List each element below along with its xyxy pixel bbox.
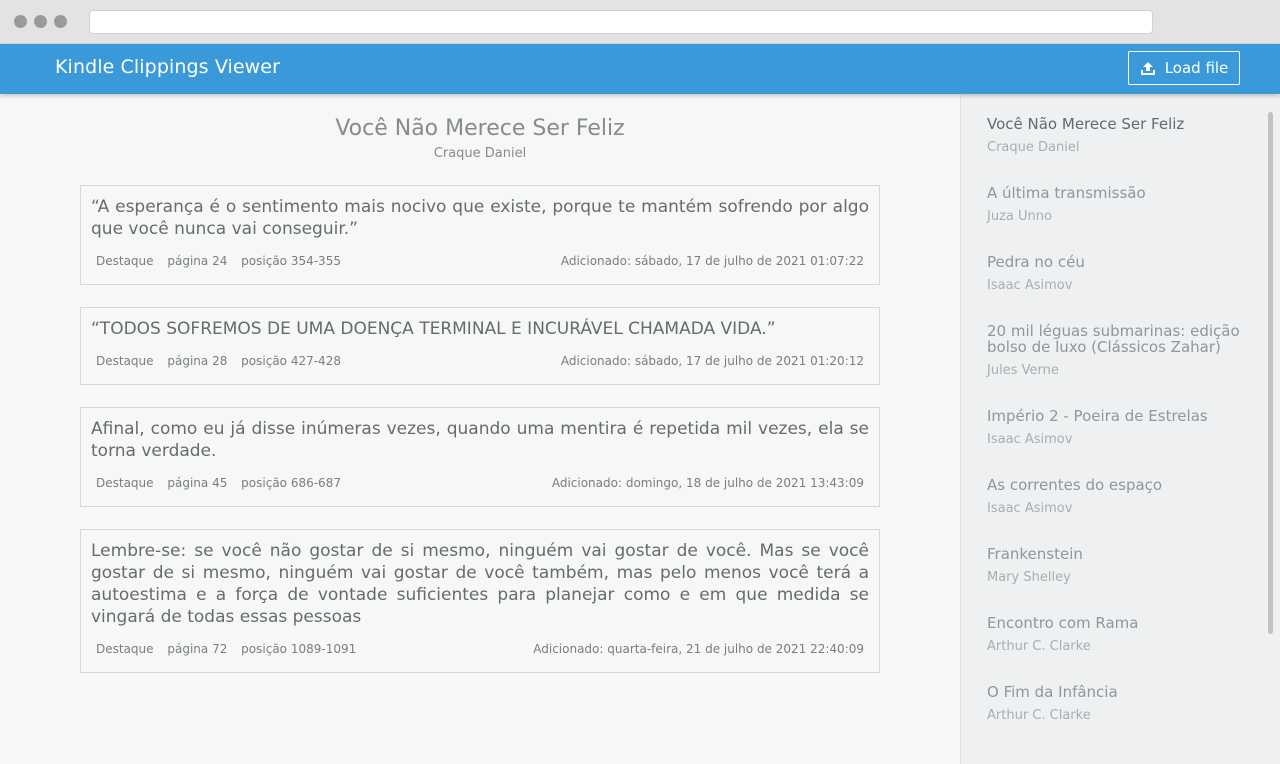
book-list-item[interactable]: Frankenstein Mary Shelley [987, 546, 1247, 585]
book-list-author: Juza Unno [987, 209, 1052, 224]
book-list-author: Mary Shelley [987, 570, 1071, 585]
clipping-added: Adicionado: sábado, 17 de julho de 2021 … [560, 354, 864, 368]
book-list-title: Frankenstein [987, 545, 1083, 563]
clipping-card: “TODOS SOFREMOS DE UMA DOENÇA TERMINAL E… [80, 307, 880, 385]
clipping-added: Adicionado: domingo, 18 de julho de 2021… [551, 476, 864, 490]
book-list-author: Isaac Asimov [987, 501, 1073, 516]
book-list-title: Império 2 - Poeira de Estrelas [987, 407, 1208, 425]
clipping-text: Lembre-se: se você não gostar de si mesm… [91, 541, 869, 627]
clipping-type: Destaque [96, 354, 154, 368]
clipping-page: página 28 [167, 354, 228, 368]
book-list-item[interactable]: As correntes do espaço Isaac Asimov [987, 477, 1247, 516]
address-bar[interactable] [89, 10, 1153, 34]
upload-icon [1140, 61, 1155, 75]
book-list-item[interactable]: A última transmissão Juza Unno [987, 185, 1247, 224]
clipping-meta: Destaque página 45 posição 686-687 Adici… [91, 462, 869, 506]
window-minimize-dot[interactable] [34, 15, 47, 28]
window-close-dot[interactable] [14, 15, 27, 28]
clipping-type: Destaque [96, 642, 154, 656]
book-list-item[interactable]: Império 2 - Poeira de Estrelas Isaac Asi… [987, 408, 1247, 447]
clipping-text: “TODOS SOFREMOS DE UMA DOENÇA TERMINAL E… [91, 319, 776, 339]
clippings-panel: Você Não Merece Ser Feliz Craque Daniel … [0, 94, 960, 764]
book-author: Craque Daniel [433, 146, 527, 161]
clipping-page: página 24 [167, 254, 228, 268]
book-list-item[interactable]: Pedra no céu Isaac Asimov [987, 254, 1247, 293]
clipping-type: Destaque [96, 254, 154, 268]
book-list-title: Encontro com Rama [987, 614, 1139, 632]
clipping-text: Afinal, como eu já disse inúmeras vezes,… [91, 419, 869, 461]
book-list-item[interactable]: Você Não Merece Ser Feliz Craque Daniel [987, 116, 1247, 155]
app-header: Kindle Clippings Viewer Load file [0, 44, 1280, 94]
book-title: Você Não Merece Ser Feliz [335, 116, 625, 141]
clipping-added: Adicionado: quarta-feira, 21 de julho de… [533, 642, 864, 656]
clipping-type: Destaque [96, 476, 154, 490]
book-list-author: Jules Verne [987, 363, 1059, 378]
clipping-position: posição 686-687 [241, 476, 341, 490]
book-list-author: Arthur C. Clarke [987, 708, 1091, 723]
load-file-label: Load file [1164, 59, 1229, 77]
book-list-author: Isaac Asimov [987, 278, 1073, 293]
browser-chrome [0, 0, 1280, 44]
clipping-meta: Destaque página 24 posição 354-355 Adici… [91, 240, 869, 284]
clipping-added: Adicionado: sábado, 17 de julho de 2021 … [560, 254, 864, 268]
book-list-author: Craque Daniel [987, 140, 1080, 155]
book-list-sidebar: Você Não Merece Ser Feliz Craque Daniel … [960, 94, 1280, 764]
clipping-position: posição 427-428 [241, 354, 341, 368]
book-list-title: A última transmissão [987, 184, 1146, 202]
book-list-title: Você Não Merece Ser Feliz [987, 115, 1185, 133]
book-list-item[interactable]: 20 mil léguas submarinas: edição bolso d… [987, 323, 1247, 378]
clipping-meta: Destaque página 28 posição 427-428 Adici… [91, 340, 869, 384]
clipping-position: posição 354-355 [241, 254, 341, 268]
book-list-item[interactable]: O Fim da Infância Arthur C. Clarke [987, 684, 1247, 723]
book-list-author: Arthur C. Clarke [987, 639, 1091, 654]
clipping-card: Lembre-se: se você não gostar de si mesm… [80, 529, 880, 673]
sidebar-scrollbar[interactable] [1268, 112, 1273, 634]
window-maximize-dot[interactable] [54, 15, 67, 28]
book-list-author: Isaac Asimov [987, 432, 1073, 447]
load-file-button[interactable]: Load file [1128, 51, 1240, 85]
book-list-title: As correntes do espaço [987, 476, 1163, 494]
clipping-meta: Destaque página 72 posição 1089-1091 Adi… [91, 628, 869, 672]
book-list-title: 20 mil léguas submarinas: edição bolso d… [987, 322, 1240, 356]
clipping-position: posição 1089-1091 [241, 642, 357, 656]
clipping-page: página 45 [167, 476, 228, 490]
book-list-item[interactable]: Encontro com Rama Arthur C. Clarke [987, 615, 1247, 654]
clipping-page: página 72 [167, 642, 228, 656]
clipping-card: “A esperança é o sentimento mais nocivo … [80, 185, 880, 285]
clipping-text: “A esperança é o sentimento mais nocivo … [91, 197, 869, 239]
book-list-title: Pedra no céu [987, 253, 1085, 271]
book-list-title: O Fim da Infância [987, 683, 1118, 701]
app-title: Kindle Clippings Viewer [55, 56, 281, 78]
clipping-card: Afinal, como eu já disse inúmeras vezes,… [80, 407, 880, 507]
